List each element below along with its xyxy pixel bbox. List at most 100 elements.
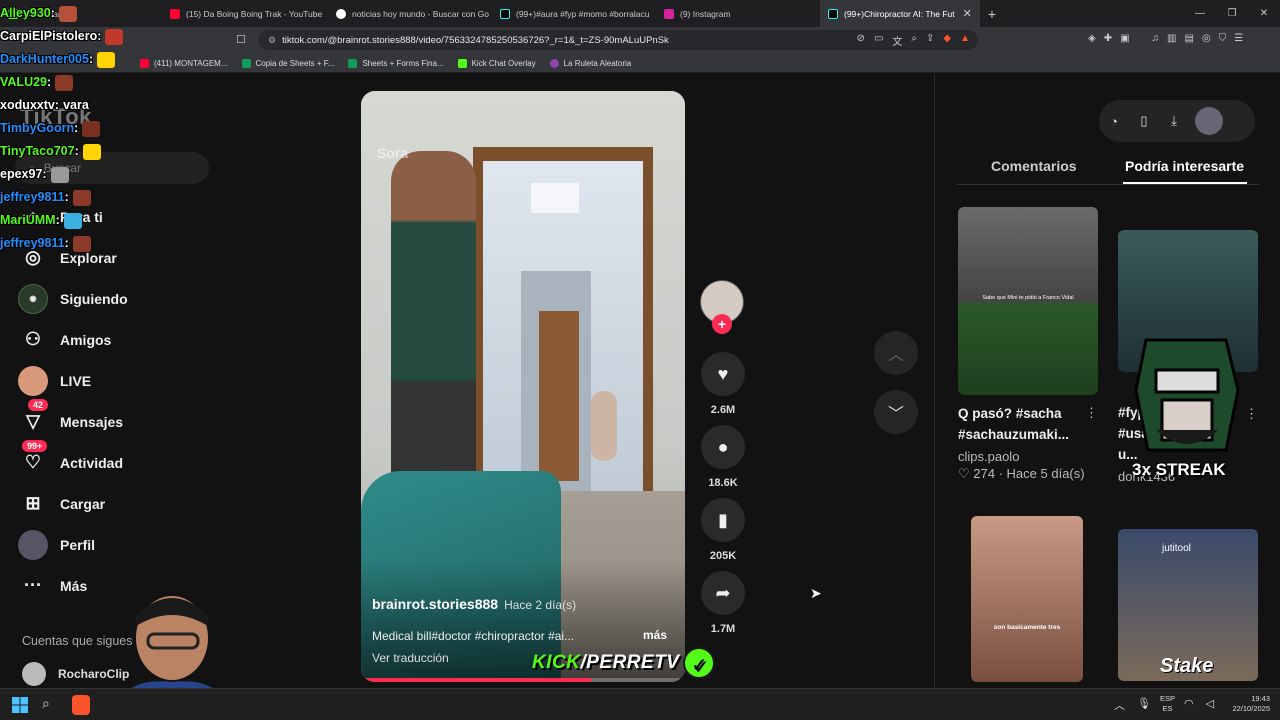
messages-icon: ▽	[26, 411, 40, 431]
card-thumbnail: son basicamente tres	[971, 516, 1083, 682]
video-author[interactable]: brainrot.stories888 Hace 2 día(s)	[372, 596, 576, 612]
bookmark-item[interactable]: Kick Chat Overlay	[457, 58, 536, 68]
bookmark-item[interactable]: Sheets + Forms Fina...	[348, 58, 444, 68]
like-action[interactable]: ♥ 2.6M	[700, 352, 746, 416]
tab-google[interactable]: noticias hoy mundo - Buscar con Go	[328, 0, 492, 27]
tracking-icon[interactable]: ⊘	[857, 33, 865, 48]
minimize-button[interactable]: —	[1184, 0, 1216, 27]
comment-icon[interactable]: ●	[701, 425, 745, 469]
tab-instagram[interactable]: (9) Instagram	[656, 0, 820, 27]
tab-chiropractor[interactable]: (99+)Chiropractor AI: The Fut ✕	[820, 0, 980, 27]
save-count: 205K	[709, 550, 737, 562]
wallet2-icon[interactable]: ▤	[1185, 33, 1194, 44]
comment-action[interactable]: ● 18.6K	[700, 425, 746, 489]
brave-browser-icon[interactable]	[72, 695, 90, 715]
windows-start-icon[interactable]	[12, 697, 28, 713]
music-icon[interactable]: ♫	[1152, 33, 1160, 44]
sidebar-item-label: Amigos	[60, 331, 112, 348]
download-icon[interactable]: ⤓	[1159, 113, 1189, 129]
card-more-icon[interactable]: ⋮	[1085, 405, 1098, 421]
video-player[interactable]: Sora brainrot.stories888 Hace 2 día(s) Me…	[361, 91, 685, 682]
more-button[interactable]: más	[643, 628, 667, 642]
sidebar-item-label: Cargar	[60, 495, 106, 512]
translate-link[interactable]: Ver traducción	[372, 651, 449, 665]
heart-icon[interactable]: ♥	[701, 352, 745, 396]
tab-label: noticias hoy mundo - Buscar con Go	[352, 8, 490, 19]
toolbar-right: ◈ ✚ ▣ ♫ ▥ ▤ ◎ ⛉ ☰	[1088, 33, 1243, 44]
next-video-button[interactable]: ﹀	[874, 390, 918, 434]
avatar[interactable]	[1195, 107, 1223, 135]
previous-video-button[interactable]: ︿	[874, 331, 918, 375]
sidebar-icon[interactable]: ▥	[1167, 33, 1176, 44]
tab-comentarios[interactable]: Comentarios	[991, 158, 1077, 174]
activity-badge: 99+	[22, 440, 48, 452]
sidebar-item-label: Actividad	[60, 454, 124, 471]
video-card[interactable]: son basicamente tres	[971, 516, 1083, 682]
bookmark-item[interactable]: Copia de Sheets + F...	[241, 58, 334, 68]
bookmark-icon[interactable]: ☐	[236, 33, 246, 46]
share-arrow-icon[interactable]: ➦	[701, 571, 745, 615]
rewards-icon[interactable]: ▲	[960, 33, 970, 48]
new-tab-button[interactable]: +	[980, 6, 1004, 22]
chat-emote-icon	[58, 5, 77, 22]
wifi-icon[interactable]: ◠	[1184, 697, 1194, 710]
site-info-icon[interactable]: ⚙	[268, 35, 276, 46]
share-icon[interactable]: ⇪	[926, 33, 934, 48]
shield-icon[interactable]: ⛉	[1219, 33, 1227, 44]
maximize-button[interactable]: ❐	[1216, 0, 1248, 27]
chat-username: DarkHunter005	[0, 52, 89, 66]
bookmark-icon[interactable]: ▮	[701, 498, 745, 542]
taskbar: ⌕ ︿ 🎙 ESP ES ◠ ◁ 19:43 22/10/2025	[0, 688, 1280, 720]
puzzle-icon[interactable]: ✚	[1104, 33, 1112, 44]
chat-message: jeffrey9811:	[0, 186, 230, 209]
friends-icon: ⚇	[24, 329, 42, 349]
device-icon[interactable]: ▯	[1129, 113, 1159, 129]
chat-username: epex97	[0, 167, 43, 181]
chat-message: VALU29:	[0, 71, 230, 94]
chat-username: TimbyGoorn	[0, 121, 75, 135]
brave-shield-icon[interactable]: ◆	[943, 33, 951, 48]
chat-separator: :	[74, 121, 79, 135]
vpn-icon[interactable]: ◎	[1202, 33, 1211, 44]
bookmark-item[interactable]: La Ruleta Aleatoria	[549, 58, 631, 68]
sidebar-item-label: Siguiendo	[60, 290, 128, 307]
taskbar-search-icon[interactable]: ⌕	[42, 695, 50, 712]
video-card[interactable]: Sabe que Mini te pidió a Franco Vidal Q …	[958, 207, 1098, 482]
extensions-icon[interactable]: ◈	[1088, 33, 1096, 44]
wallet-icon[interactable]: ▣	[1120, 33, 1129, 44]
stream-chat-overlay: Alley930: CarpiElPistolero: DarkHunter005:…	[0, 2, 230, 255]
upload-icon: ⊞	[25, 493, 41, 513]
clock[interactable]: 19:43 22/10/2025	[1222, 694, 1270, 714]
sidebar-nav: ⌂Para ti ◎Explorar ◉Siguiendo ⚇Amigos LI…	[18, 196, 218, 606]
tab-podria-interesarte[interactable]: Podría interesarte	[1125, 158, 1244, 174]
volume-icon[interactable]: ◁	[1206, 697, 1214, 710]
google-icon	[336, 8, 346, 19]
translate-icon[interactable]: 文	[892, 33, 902, 48]
sidebar-item-cargar[interactable]: ⊞ Cargar	[18, 483, 218, 524]
cast-icon[interactable]: ▭	[874, 33, 883, 48]
zoom-icon[interactable]: ⌕	[911, 33, 917, 48]
sidebar-item-perfil[interactable]: Perfil	[18, 524, 218, 565]
chevron-up-icon[interactable]: ︿	[1114, 697, 1125, 713]
url-field[interactable]: ⚙ tiktok.com/@brainrot.stories888/video/…	[258, 30, 978, 50]
sidebar-item-actividad[interactable]: ♡ 99+ Actividad	[18, 440, 218, 483]
tab-tiktok-aura[interactable]: (99+)#aura #fyp #momo #borralacu	[492, 0, 656, 27]
sidebar-item-siguiendo[interactable]: ◉ Siguiendo	[18, 278, 218, 319]
chat-username: MariUMM	[0, 213, 56, 227]
microphone-icon[interactable]: 🎙	[1137, 697, 1151, 713]
window-controls: — ❐ ✕	[1184, 0, 1280, 27]
save-action[interactable]: ▮ 205K	[700, 498, 746, 562]
close-window-button[interactable]: ✕	[1248, 0, 1280, 27]
sidebar-item-live[interactable]: LIVE	[18, 360, 218, 401]
follow-plus-icon[interactable]: +	[712, 314, 732, 334]
messages-badge: 42	[28, 399, 49, 411]
coins-icon[interactable]: ◔	[1099, 114, 1129, 129]
stake-logo: Stake	[1160, 655, 1214, 677]
sidebar-item-amigos[interactable]: ⚇ Amigos	[18, 319, 218, 360]
menu-icon[interactable]: ☰	[1234, 33, 1243, 44]
url-text: tiktok.com/@brainrot.stories888/video/75…	[282, 34, 669, 46]
close-tab-icon[interactable]: ✕	[963, 7, 972, 20]
language-indicator[interactable]: ESP ES	[1160, 694, 1175, 714]
sidebar-item-mensajes[interactable]: ▽ 42 Mensajes	[18, 399, 218, 442]
share-action[interactable]: ➦ 1.7M	[700, 571, 746, 635]
